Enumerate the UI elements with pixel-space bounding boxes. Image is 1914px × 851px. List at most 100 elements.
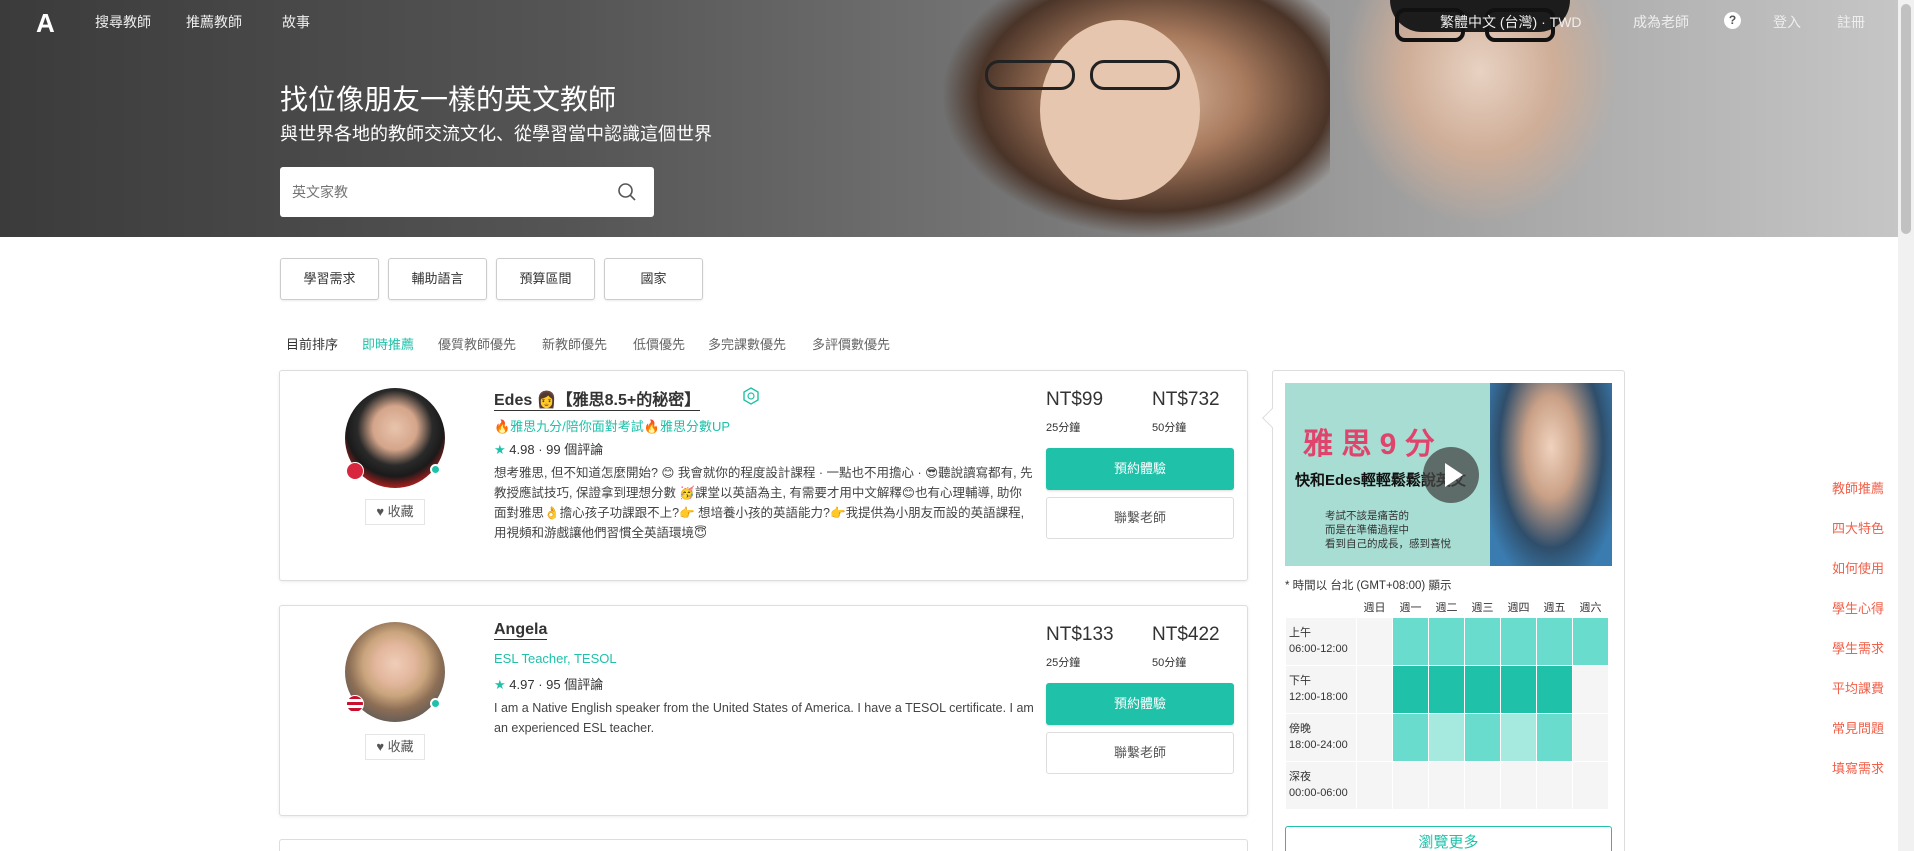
slot-time-range: 18:00-24:00 xyxy=(1289,739,1348,751)
login-link[interactable]: 登入 xyxy=(1773,12,1801,32)
trial-price: NT$99 xyxy=(1046,389,1104,410)
search-input[interactable] xyxy=(292,181,592,203)
availability-cell xyxy=(1464,760,1501,810)
sort-option-quality[interactable]: 優質教師優先 xyxy=(438,334,516,353)
availability-cell xyxy=(1500,616,1537,666)
teacher-intro: 想考雅思, 但不知道怎麼開始? 😊 我會就你的程度設計課程 · 一點也不用擔心 … xyxy=(494,466,1033,540)
side-link-average-fee[interactable]: 平均課費 xyxy=(1832,678,1884,697)
availability-cell xyxy=(1428,664,1465,714)
availability-cell xyxy=(1356,664,1393,714)
search-bar xyxy=(280,167,654,217)
nav-search-teachers[interactable]: 搜尋教師 xyxy=(95,12,151,32)
day-header: 週五 xyxy=(1543,601,1566,614)
play-icon[interactable] xyxy=(1423,447,1479,503)
hero-title: 找位像朋友一樣的英文教師 xyxy=(280,84,617,115)
slot-name: 下午 xyxy=(1289,675,1311,687)
slot-time-range: 06:00-12:00 xyxy=(1289,643,1348,655)
sort-option-most-reviews[interactable]: 多評價數優先 xyxy=(812,334,890,353)
book-trial-button[interactable]: 預約體驗 xyxy=(1046,448,1234,490)
sort-label: 目前排序 xyxy=(286,337,339,352)
heart-icon: ♥ xyxy=(376,739,385,754)
side-link-testimonials[interactable]: 學生心得 xyxy=(1832,598,1884,617)
teacher-name[interactable]: Angela xyxy=(494,621,548,640)
filter-country[interactable]: 國家 xyxy=(604,258,703,300)
verified-badge-icon xyxy=(743,387,759,405)
heart-icon: ♥ xyxy=(376,504,385,519)
lesson-price: NT$732 xyxy=(1152,389,1220,410)
availability-cell xyxy=(1464,664,1501,714)
availability-cell xyxy=(1536,760,1573,810)
book-trial-button[interactable]: 預約體驗 xyxy=(1046,683,1234,725)
availability-cell xyxy=(1428,712,1465,762)
slot-name: 傍晚 xyxy=(1289,723,1311,735)
contact-teacher-button[interactable]: 聯繫老師 xyxy=(1046,732,1234,774)
browse-more-button[interactable]: 瀏覽更多 xyxy=(1285,826,1612,851)
sort-option-most-lessons[interactable]: 多完課數優先 xyxy=(708,334,786,353)
time-slot-label: 深夜 00:00-06:00 xyxy=(1285,760,1357,810)
teacher-tagline: 🔥雅思九分/陪你面對考試🔥雅思分數UP xyxy=(494,419,731,434)
nav-stories[interactable]: 故事 xyxy=(282,12,310,32)
intro-video[interactable]: 雅 思 9 分 快和Edes輕輕鬆鬆說英文 考試不該是痛苦的 而是在準備過程中 … xyxy=(1285,383,1612,566)
teacher-card[interactable]: ♥ 收藏 Angela ESL Teacher, TESOL ★ 4.97 · … xyxy=(279,605,1248,816)
availability-cell xyxy=(1356,616,1393,666)
search-icon[interactable] xyxy=(617,182,637,202)
rating: ★ 4.97 · 95 個評論 xyxy=(494,677,604,692)
sort-option-instant-recommend[interactable]: 即時推薦 xyxy=(362,334,414,353)
register-link[interactable]: 註冊 xyxy=(1837,12,1865,32)
teacher-name[interactable]: Edes 👩【雅思8.5+的秘密】 xyxy=(494,386,701,411)
availability-cell xyxy=(1500,760,1537,810)
logo[interactable]: A xyxy=(36,8,55,39)
help-icon[interactable]: ? xyxy=(1724,12,1741,29)
availability-cell xyxy=(1572,760,1609,810)
slot-time-range: 12:00-18:00 xyxy=(1289,691,1348,703)
favorite-button[interactable]: ♥ 收藏 xyxy=(365,734,425,760)
availability-cell xyxy=(1572,664,1609,714)
flag-usa-icon xyxy=(346,695,364,713)
day-header: 週六 xyxy=(1579,601,1602,614)
online-status-icon xyxy=(430,698,441,709)
filter-support-language[interactable]: 輔助語言 xyxy=(388,258,487,300)
video-note-line: 看到自己的成長，感到喜悅 xyxy=(1325,538,1451,550)
day-header: 週一 xyxy=(1399,601,1422,614)
sort-option-new[interactable]: 新教師優先 xyxy=(542,334,607,353)
side-link-how-to-use[interactable]: 如何使用 xyxy=(1832,558,1884,577)
schedule-row: 上午 06:00-12:00 xyxy=(1285,616,1609,666)
nav-recommended-teachers[interactable]: 推薦教師 xyxy=(186,12,242,32)
availability-cell xyxy=(1428,760,1465,810)
favorite-label: 收藏 xyxy=(387,504,414,519)
availability-cell xyxy=(1572,712,1609,762)
availability-cell xyxy=(1356,712,1393,762)
time-slot-label: 下午 12:00-18:00 xyxy=(1285,664,1357,714)
hero-photo-woman-face xyxy=(1040,20,1200,200)
availability-cell xyxy=(1392,616,1429,666)
side-link-student-needs[interactable]: 學生需求 xyxy=(1832,638,1884,657)
availability-cell xyxy=(1464,712,1501,762)
nav-become-teacher[interactable]: 成為老師 xyxy=(1633,12,1689,32)
teacher-intro: I am a Native English speaker from the U… xyxy=(494,701,1034,735)
scrollbar-thumb[interactable] xyxy=(1901,4,1911,234)
side-link-features[interactable]: 四大特色 xyxy=(1832,518,1884,537)
availability-cell xyxy=(1356,760,1393,810)
glasses-icon xyxy=(985,60,1075,90)
filter-budget[interactable]: 預算區間 xyxy=(496,258,595,300)
language-currency-selector[interactable]: 繁體中文 (台灣) · TWD xyxy=(1440,12,1582,32)
filter-learning-needs[interactable]: 學習需求 xyxy=(280,258,379,300)
day-header: 週四 xyxy=(1507,601,1530,614)
slot-time-range: 00:00-06:00 xyxy=(1289,787,1348,799)
teacher-preview-panel: 雅 思 9 分 快和Edes輕輕鬆鬆說英文 考試不該是痛苦的 而是在準備過程中 … xyxy=(1262,370,1625,851)
favorite-button[interactable]: ♥ 收藏 xyxy=(365,499,425,525)
availability-cell xyxy=(1464,616,1501,666)
side-link-recommend[interactable]: 教師推薦 xyxy=(1832,478,1884,497)
trial-price: NT$133 xyxy=(1046,624,1114,645)
lesson-duration: 50分鐘 xyxy=(1152,422,1187,434)
contact-teacher-button[interactable]: 聯繫老師 xyxy=(1046,497,1234,539)
favorite-label: 收藏 xyxy=(387,739,414,754)
video-note: 考試不該是痛苦的 而是在準備過程中 看到自己的成長，感到喜悅 xyxy=(1325,509,1451,551)
flag-hong-kong-icon xyxy=(346,462,364,480)
side-link-faq[interactable]: 常見問題 xyxy=(1832,718,1884,737)
sort-option-low-price[interactable]: 低價優先 xyxy=(633,334,685,353)
review-count: 95 個評論 xyxy=(546,677,604,692)
side-link-fill-needs[interactable]: 填寫需求 xyxy=(1832,758,1884,777)
teacher-card[interactable]: ♥ 收藏 Edes 👩【雅思8.5+的秘密】 🔥雅思九分/陪你面對考試🔥雅思分數… xyxy=(279,370,1248,581)
availability-cell xyxy=(1392,664,1429,714)
